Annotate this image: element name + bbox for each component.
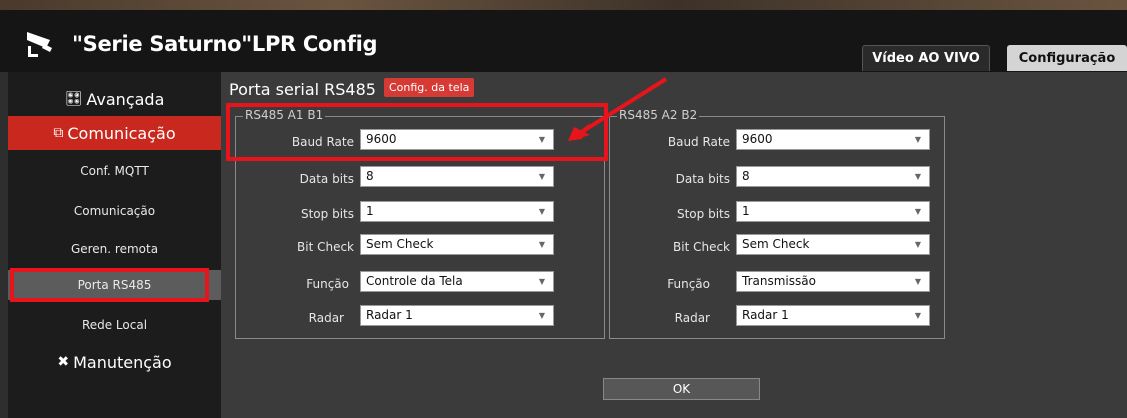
app-title: "Serie Saturno"LPR Config: [72, 32, 378, 56]
select-value: Transmissão: [742, 274, 816, 288]
select-value: 8: [742, 169, 750, 183]
select-value: Radar 1: [742, 308, 789, 322]
network-icon: ⧉: [53, 125, 64, 141]
sidebar-item-local-network[interactable]: Rede Local: [8, 312, 221, 338]
top-strip: [0, 0, 1127, 10]
select-value: Sem Check: [742, 237, 810, 251]
camera-logo-icon: [27, 32, 52, 57]
chevron-down-icon: ▼: [914, 311, 921, 320]
bit-check-select-a[interactable]: Sem Check ▼: [360, 234, 554, 255]
field-label: Data bits: [299, 172, 354, 186]
sidebar-item-communication[interactable]: Comunicação: [8, 198, 221, 224]
sliders-icon: 🎛: [64, 91, 83, 107]
select-value: Radar 1: [366, 308, 413, 322]
function-select-a[interactable]: Controle da Tela ▼: [360, 271, 554, 292]
field-label: Radar: [674, 311, 710, 325]
chevron-down-icon: ▼: [914, 240, 921, 249]
field-label: Data bits: [675, 172, 730, 186]
fieldset-legend: RS485 A2 B2: [617, 108, 700, 122]
ok-button[interactable]: OK: [603, 378, 760, 400]
tab-configuration[interactable]: Configuração: [1007, 45, 1127, 71]
select-value: 9600: [366, 132, 397, 146]
select-value: 8: [366, 169, 374, 183]
sidebar-item-remote[interactable]: Geren. remota: [8, 236, 221, 262]
field-label: Stop bits: [300, 207, 354, 221]
screen-config-badge[interactable]: Config. da tela: [384, 78, 475, 97]
select-value: Controle da Tela: [366, 274, 463, 288]
sidebar-group-label: Comunicação: [67, 123, 176, 143]
sidebar-item-mqtt[interactable]: Conf. MQTT: [8, 158, 221, 184]
sidebar-item-rs485[interactable]: Porta RS485: [8, 270, 221, 300]
sidebar-group-label: Avançada: [86, 89, 165, 109]
field-label: Radar: [308, 311, 344, 325]
stop-bits-select-b[interactable]: 1 ▼: [736, 201, 930, 222]
radar-select-a[interactable]: Radar 1 ▼: [360, 305, 554, 326]
bit-check-select-b[interactable]: Sem Check ▼: [736, 234, 930, 255]
function-select-b[interactable]: Transmissão ▼: [736, 271, 930, 292]
field-label: Baud Rate: [667, 135, 730, 149]
chevron-down-icon: ▼: [538, 172, 545, 181]
data-bits-select-a[interactable]: 8 ▼: [360, 166, 554, 187]
chevron-down-icon: ▼: [914, 172, 921, 181]
chevron-down-icon: ▼: [538, 277, 545, 286]
fieldset-legend: RS485 A1 B1: [243, 108, 326, 122]
select-value: Sem Check: [366, 237, 434, 251]
chevron-down-icon: ▼: [538, 240, 545, 249]
baud-rate-select-a[interactable]: 9600 ▼: [360, 129, 554, 150]
chevron-down-icon: ▼: [538, 207, 545, 216]
select-value: 1: [366, 204, 374, 218]
field-label: Função: [306, 277, 349, 291]
sidebar-group-communication[interactable]: ⧉ Comunicação: [8, 116, 221, 150]
tools-icon: ✖: [57, 354, 70, 370]
sidebar-group-maintenance[interactable]: ✖ Manutenção: [8, 348, 221, 376]
field-label: Bit Check: [673, 240, 730, 254]
chevron-down-icon: ▼: [538, 311, 545, 320]
chevron-down-icon: ▼: [914, 207, 921, 216]
sidebar-group-advanced[interactable]: 🎛 Avançada: [8, 86, 221, 112]
select-value: 9600: [742, 132, 773, 146]
field-label: Baud Rate: [291, 135, 354, 149]
sidebar: 🎛 Avançada ⧉ Comunicação Conf. MQTT Comu…: [8, 72, 221, 418]
chevron-down-icon: ▼: [914, 135, 921, 144]
field-label: Função: [667, 277, 710, 291]
select-value: 1: [742, 204, 750, 218]
chevron-down-icon: ▼: [914, 277, 921, 286]
sidebar-group-label: Manutenção: [73, 352, 172, 372]
radar-select-b[interactable]: Radar 1 ▼: [736, 305, 930, 326]
field-label: Stop bits: [676, 207, 730, 221]
stop-bits-select-a[interactable]: 1 ▼: [360, 201, 554, 222]
chevron-down-icon: ▼: [538, 135, 545, 144]
field-label: Bit Check: [297, 240, 354, 254]
baud-rate-select-b[interactable]: 9600 ▼: [736, 129, 930, 150]
page-title: Porta serial RS485: [229, 80, 376, 99]
tab-live-video[interactable]: Vídeo AO VIVO: [862, 45, 990, 71]
data-bits-select-b[interactable]: 8 ▼: [736, 166, 930, 187]
